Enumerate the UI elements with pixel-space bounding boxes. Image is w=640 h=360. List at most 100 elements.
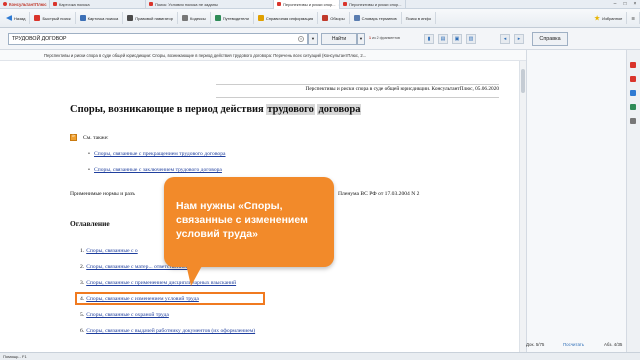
tab-strip: КонсультантПлюс Карточка поиска Поиск: У… — [0, 0, 640, 9]
tab-doc-icon — [277, 2, 281, 6]
clear-icon[interactable]: × — [298, 36, 304, 42]
see-also-link[interactable]: Споры, связанные с заключением трудового… — [88, 167, 222, 173]
toc-num: 1. — [80, 248, 85, 254]
reviews-icon — [322, 15, 329, 21]
search-history-label: Поиск в инфо — [405, 15, 432, 21]
search-card-label: Карточка поиска — [87, 15, 119, 21]
favorites-button[interactable]: Избранное — [590, 12, 628, 24]
star-icon — [594, 15, 601, 21]
toc-item[interactable]: 3. Споры, связанные с применением дисципл… — [80, 280, 236, 286]
toc-item[interactable]: 6. Споры, связанные с выдачей работнику д… — [80, 328, 255, 334]
page-title: Споры, возникающие в период действия тру… — [70, 104, 362, 115]
consultant-logo-icon — [3, 2, 7, 6]
legal-navigator-button[interactable]: Правовой навигатор — [123, 12, 179, 24]
reference-info-button[interactable]: Справочная информация — [254, 12, 319, 24]
help-label: Справка — [539, 36, 561, 42]
arrow-right-icon: ▸ — [517, 36, 521, 42]
norms-tail: Пленума ВС РФ от 17.03.2004 N 2 — [338, 191, 420, 197]
print-button[interactable]: ▤ — [438, 34, 448, 44]
search-row: ТРУДОВОЙ ДОГОВОР × ▼ Найти ▼ 1 из 2 фраг… — [0, 28, 640, 50]
toc-link[interactable]: Споры, связанные с применением дисциплин… — [86, 280, 236, 286]
scrollbar-thumb[interactable] — [521, 69, 525, 93]
favorite-side-icon[interactable] — [630, 76, 636, 82]
count-link[interactable]: Посчитать — [563, 342, 584, 347]
vertical-scrollbar[interactable] — [519, 61, 526, 352]
quick-search-button[interactable]: Быстрый поиск — [30, 12, 76, 24]
highlight-frame — [75, 292, 265, 305]
toc-link[interactable]: Споры, связанные с охраной труда — [86, 312, 169, 318]
toc-item[interactable]: 1. Споры, связанные с о — [80, 248, 138, 254]
back-label: Назад — [14, 15, 26, 21]
back-button[interactable]: Назад — [2, 12, 31, 24]
dictionary-label: Словарь терминов — [361, 15, 397, 21]
tab-search-card[interactable]: Карточка поиска — [50, 0, 146, 9]
legal-navigator-icon — [127, 15, 134, 21]
quick-search-label: Быстрый поиск — [42, 15, 71, 21]
export-icon: ▥ — [468, 36, 474, 42]
save-button[interactable]: ▣ — [452, 34, 462, 44]
tab-label: Перспективы и риски спор... — [283, 1, 336, 7]
maximize-icon[interactable]: □ — [620, 0, 630, 9]
save-icon: ▣ — [454, 36, 460, 42]
minimize-icon[interactable]: – — [610, 0, 620, 9]
norms-text: Применимые нормы и разъ — [70, 191, 135, 197]
chevron-down-icon: ▼ — [359, 36, 363, 41]
reviews-button[interactable]: Обзоры — [318, 12, 350, 24]
app-name: КонсультантПлюс — [9, 1, 47, 7]
toc-item[interactable]: 5. Споры, связанные с охраной труда — [80, 312, 169, 318]
callout-arrow — [186, 264, 203, 286]
document-title-strip: Перспективы и риски спора в суде общей ю… — [0, 50, 526, 61]
search-card-icon — [79, 15, 86, 21]
prev-button[interactable]: ◂ — [500, 34, 510, 44]
bookmark-side-icon[interactable] — [630, 62, 636, 68]
app-logo[interactable]: КонсультантПлюс — [0, 0, 50, 9]
toolbar-right: Избранное ☰ — [590, 12, 640, 24]
back-arrow-icon — [6, 15, 12, 21]
search-card-button[interactable]: Карточка поиска — [76, 12, 124, 24]
find-dropdown-button[interactable]: ▼ — [357, 33, 365, 45]
toc-num: 5. — [80, 312, 85, 318]
see-also: См. также: — [70, 133, 109, 141]
next-button[interactable]: ▸ — [514, 34, 524, 44]
main-toolbar: Назад Быстрый поиск Карточка поиска Прав… — [0, 9, 640, 28]
arrow-left-icon: ◂ — [503, 36, 507, 42]
dictionary-icon — [353, 15, 360, 21]
see-also-label: См. также: — [83, 134, 109, 141]
find-button[interactable]: Найти — [321, 33, 357, 45]
guides-label: Путеводители — [222, 15, 249, 21]
legal-navigator-label: Правовой навигатор — [135, 15, 174, 21]
search-dropdown-button[interactable]: ▼ — [308, 33, 318, 45]
fragment-counter: 1 из 2 фрагментов — [369, 36, 400, 40]
close-window-icon[interactable]: × — [630, 0, 640, 9]
toc-link[interactable]: Споры, связанные с выдачей работнику док… — [86, 328, 255, 334]
codes-button[interactable]: Кодексы — [178, 12, 211, 24]
guides-icon — [214, 15, 221, 21]
print-icon: ▤ — [440, 36, 446, 42]
see-also-link[interactable]: Споры, связанные с прекращением трудовог… — [88, 151, 225, 157]
title-highlight: трудового — [266, 104, 315, 115]
search-input[interactable]: ТРУДОВОЙ ДОГОВОР × — [8, 33, 308, 45]
tab-doc-icon — [149, 2, 153, 6]
toc-link[interactable]: Споры, связанные с о — [86, 248, 138, 254]
tab-label: Поиск: Условия поиска не заданы — [155, 1, 218, 7]
edition-side-icon[interactable] — [630, 104, 636, 110]
title-highlight: договора — [317, 104, 362, 115]
menu-button[interactable]: ☰ — [627, 12, 640, 24]
search-history-button[interactable]: Поиск в инфо — [402, 12, 437, 24]
toc-num: 6. — [80, 328, 85, 334]
find-label: Найти — [331, 36, 347, 42]
tab-label: Перспективы и риски спор... — [349, 1, 402, 7]
export-button[interactable]: ▥ — [466, 34, 476, 44]
bookmark-button[interactable]: ▮ — [424, 34, 434, 44]
guides-button[interactable]: Путеводители — [211, 12, 254, 24]
settings-side-icon[interactable] — [630, 118, 636, 124]
tab-search-results[interactable]: Поиск: Условия поиска не заданы — [146, 0, 274, 9]
help-button[interactable]: Справка — [532, 32, 568, 46]
right-panel — [526, 50, 640, 352]
dictionary-button[interactable]: Словарь терминов — [350, 12, 402, 24]
tab-document[interactable]: Перспективы и риски спор... — [340, 0, 406, 9]
tab-doc-icon — [343, 2, 347, 6]
quick-search-icon — [34, 15, 41, 21]
tab-document-active[interactable]: Перспективы и риски спор...× — [274, 0, 340, 9]
info-side-icon[interactable] — [630, 90, 636, 96]
